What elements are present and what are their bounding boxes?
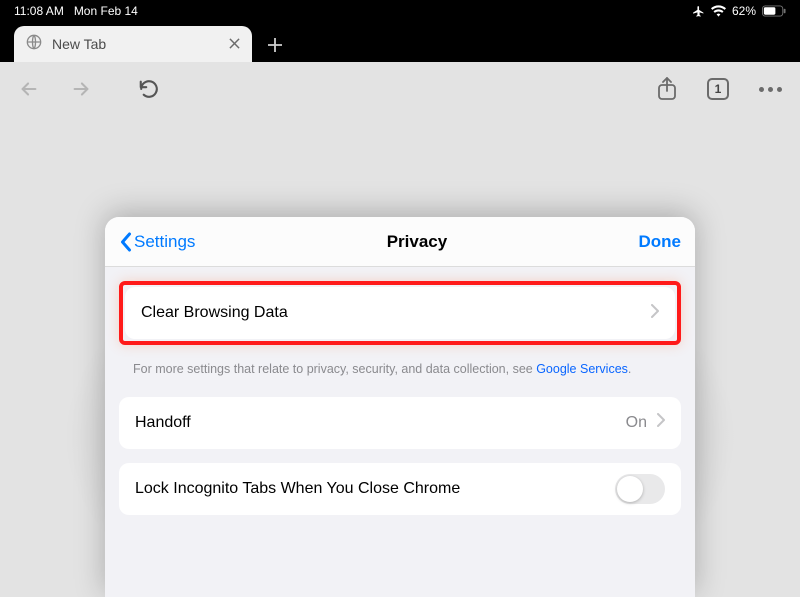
tabs-button[interactable]: 1 [707,78,729,100]
close-tab-icon[interactable] [229,36,240,52]
lock-incognito-toggle[interactable] [615,474,665,504]
chevron-right-icon [651,304,659,323]
battery-icon [762,5,786,17]
settings-sheet: Settings Privacy Done Clear Browsing Dat… [105,217,695,597]
footer-note-prefix: For more settings that relate to privacy… [133,362,536,376]
handoff-row[interactable]: Handoff On [119,397,681,449]
status-bar: 11:08 AM Mon Feb 14 62% [0,0,800,22]
row-label: Lock Incognito Tabs When You Close Chrom… [135,480,460,498]
airplane-icon [692,5,705,18]
globe-icon [26,34,42,55]
clear-browsing-data-row[interactable]: Clear Browsing Data [125,287,675,339]
sheet-back-button[interactable]: Settings [119,232,195,252]
new-tab-button[interactable] [258,28,292,62]
footer-note-suffix: . [628,362,631,376]
browser-tab[interactable]: New Tab [14,26,252,62]
sheet-header: Settings Privacy Done [105,217,695,267]
sheet-done-button[interactable]: Done [639,232,682,252]
status-left: 11:08 AM Mon Feb 14 [14,4,138,18]
back-button[interactable] [18,78,40,100]
share-button[interactable] [657,77,677,101]
sheet-back-label: Settings [134,232,195,252]
wifi-icon [711,5,726,17]
toggle-knob [617,476,643,502]
handoff-value: On [626,414,647,432]
row-label: Clear Browsing Data [141,304,288,322]
sheet-title: Privacy [387,232,448,252]
row-label: Handoff [135,414,191,432]
chevron-left-icon [119,232,132,252]
status-right: 62% [692,4,786,18]
reload-button[interactable] [138,78,160,100]
lock-incognito-row[interactable]: Lock Incognito Tabs When You Close Chrom… [119,463,681,515]
tab-strip: New Tab [0,22,800,62]
status-date: Mon Feb 14 [74,4,138,18]
forward-button[interactable] [70,78,92,100]
privacy-footer-note: For more settings that relate to privacy… [119,355,681,397]
menu-button[interactable] [759,87,782,92]
status-time: 11:08 AM [14,4,64,18]
google-services-link[interactable]: Google Services [536,362,628,376]
chevron-right-icon [657,413,665,432]
sheet-body: Clear Browsing Data For more settings th… [105,267,695,515]
tab-title: New Tab [52,36,219,52]
browser-area: 1 Settings Privacy Done Clear Browsing D… [0,62,800,597]
highlight-annotation: Clear Browsing Data [119,281,681,345]
battery-percentage: 62% [732,4,756,18]
tab-count-label: 1 [715,82,722,96]
browser-toolbar: 1 [0,62,800,116]
